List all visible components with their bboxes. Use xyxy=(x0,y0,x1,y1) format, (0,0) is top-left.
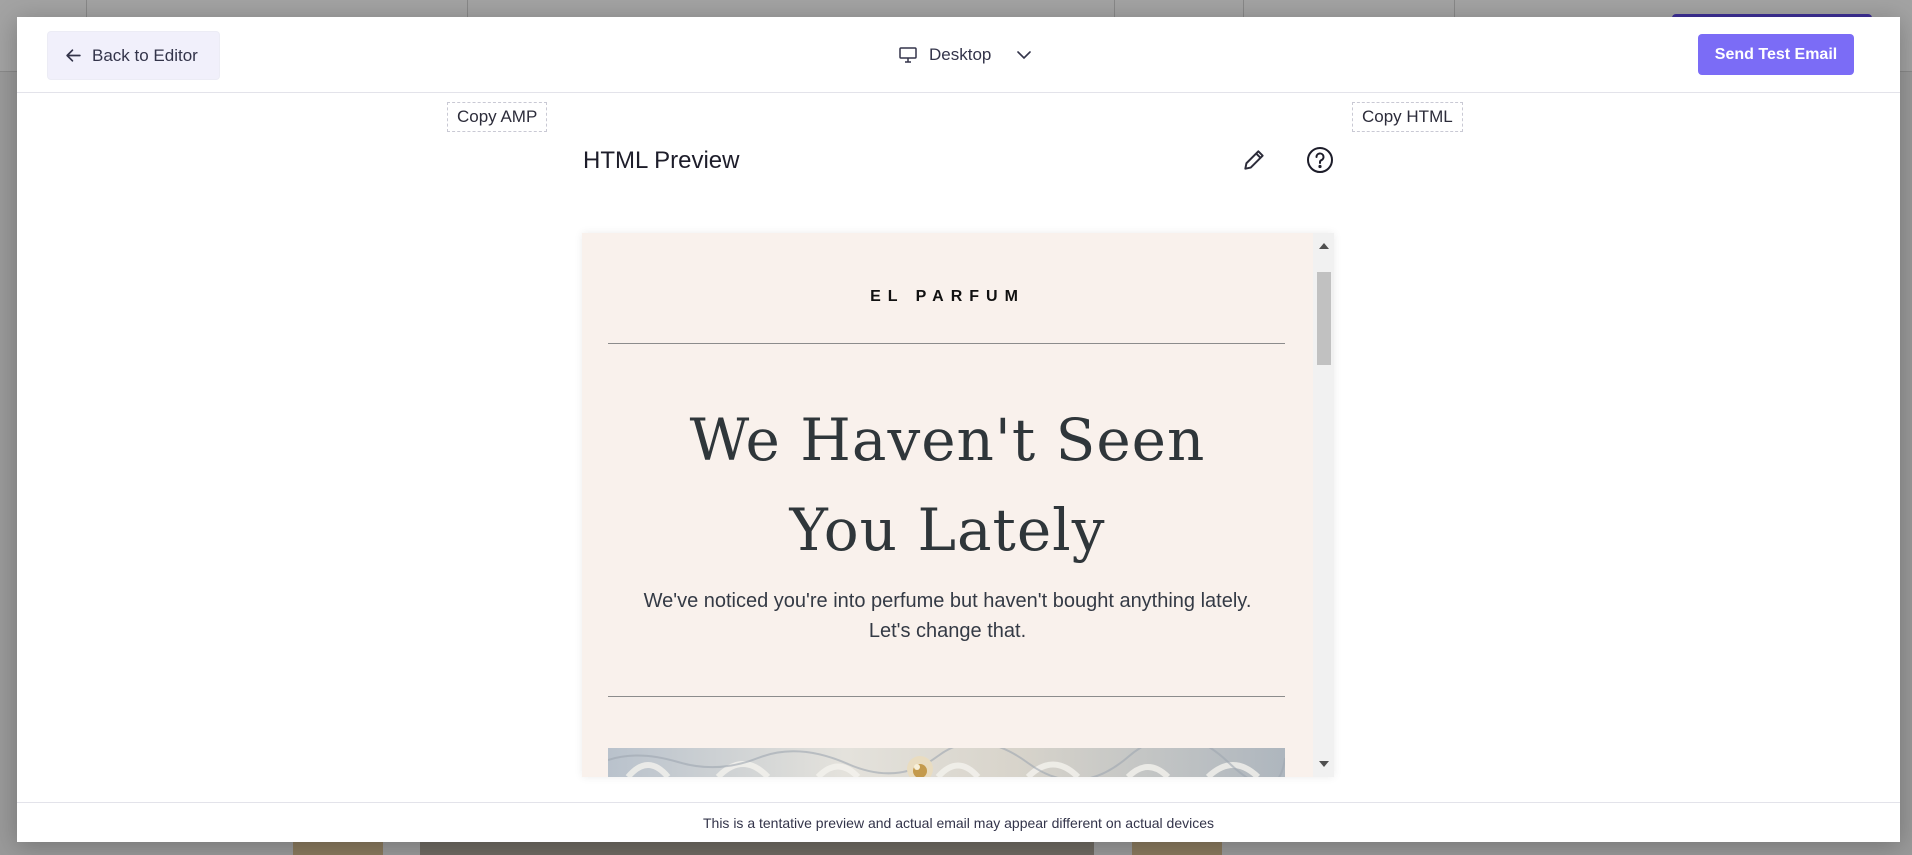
monitor-icon xyxy=(899,47,917,63)
email-preview-frame[interactable]: EL PARFUM We Haven't Seen You Lately We'… xyxy=(582,233,1334,777)
preview-scrollbar[interactable] xyxy=(1313,233,1334,777)
preview-modal: Back to Editor Desktop Send Test Email C… xyxy=(17,17,1900,842)
preview-title: HTML Preview xyxy=(583,147,740,174)
device-select-label: Desktop xyxy=(929,45,992,64)
copy-amp-button[interactable]: Copy AMP xyxy=(447,102,548,132)
subtext-line: Let's change that. xyxy=(868,620,1027,642)
divider xyxy=(608,696,1285,697)
scroll-up-arrow[interactable] xyxy=(1319,243,1329,249)
copy-html-button[interactable]: Copy HTML xyxy=(1352,102,1463,132)
back-to-editor-label: Back to Editor xyxy=(92,45,198,65)
device-select[interactable]: Desktop xyxy=(899,39,1032,71)
send-test-email-button[interactable]: Send Test Email xyxy=(1698,34,1854,75)
email-subtext: We've noticed you're into perfume but ha… xyxy=(622,586,1273,646)
back-to-editor-button[interactable]: Back to Editor xyxy=(47,31,220,80)
divider xyxy=(608,343,1285,344)
email-content: EL PARFUM We Haven't Seen You Lately We'… xyxy=(582,233,1313,777)
hero-image xyxy=(608,748,1285,777)
scroll-down-arrow[interactable] xyxy=(1319,761,1329,767)
chevron-down-icon xyxy=(1017,50,1032,59)
email-headline: We Haven't Seen You Lately xyxy=(582,395,1313,575)
arrow-left-icon xyxy=(66,49,81,62)
question-circle-icon[interactable] xyxy=(1306,146,1334,174)
headline-line: We Haven't Seen xyxy=(689,406,1206,474)
subtext-line: We've noticed you're into perfume but ha… xyxy=(643,590,1252,612)
email-brand: EL PARFUM xyxy=(870,288,1025,305)
modal-header: Back to Editor Desktop Send Test Email xyxy=(17,17,1900,93)
scrollbar-thumb[interactable] xyxy=(1317,272,1331,365)
preview-disclaimer: This is a tentative preview and actual e… xyxy=(17,802,1900,842)
disclaimer-text: This is a tentative preview and actual e… xyxy=(702,814,1215,831)
headline-line: You Lately xyxy=(789,496,1106,564)
pencil-icon[interactable] xyxy=(1241,147,1267,173)
